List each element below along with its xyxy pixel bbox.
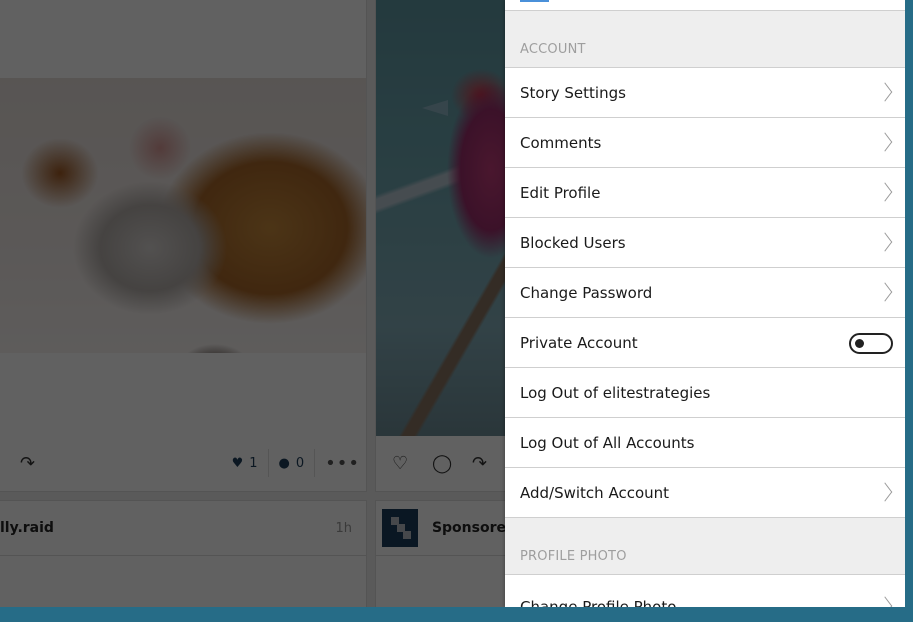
post-actions-pets: ↷ ♥ 1 ● 0 •••	[0, 436, 366, 490]
share-arrow-icon[interactable]: ↷	[472, 453, 487, 474]
settings-item-comments[interactable]: Comments	[505, 118, 905, 168]
settings-panel: ACCOUNT Story Settings Comments Edit Pro…	[505, 0, 905, 607]
share-arrow-icon[interactable]: ↷	[20, 453, 35, 474]
chevron-right-icon	[877, 281, 893, 302]
comment-outline-icon[interactable]: ◯	[432, 453, 452, 474]
settings-item-private-account: Private Account	[505, 318, 905, 368]
settings-item-change-password[interactable]: Change Password	[505, 268, 905, 318]
private-account-toggle[interactable]	[849, 332, 893, 354]
settings-item-logout-all[interactable]: Log Out of All Accounts	[505, 418, 905, 468]
chevron-right-icon	[877, 595, 893, 607]
post-header-4: Sponsored	[376, 501, 516, 556]
comment-filled-icon: ●	[278, 455, 290, 471]
post-photo-bird[interactable]	[376, 0, 516, 436]
settings-item-logout-account[interactable]: Log Out of elitestrategies	[505, 368, 905, 418]
settings-item-edit-profile[interactable]: Edit Profile	[505, 168, 905, 218]
settings-item-change-profile-photo[interactable]: Change Profile Photo	[505, 575, 905, 607]
more-dots-icon[interactable]: •••	[314, 449, 360, 477]
post-stats: ♥ 1 ● 0 •••	[222, 449, 360, 477]
post-username[interactable]: Sponsored	[432, 520, 516, 536]
accent-bar	[520, 0, 549, 2]
panel-top	[505, 0, 905, 11]
likes-count[interactable]: ♥ 1	[222, 449, 268, 477]
post-header-3: lly.raid 1h	[0, 501, 366, 556]
post-photo-pets[interactable]	[0, 78, 366, 353]
sponsor-avatar[interactable]	[382, 509, 418, 547]
chevron-right-icon	[877, 481, 893, 502]
post-time: 1h	[335, 520, 352, 536]
section-header-profile-photo: PROFILE PHOTO	[505, 518, 905, 575]
chevron-right-icon	[877, 81, 893, 102]
chevron-right-icon	[877, 131, 893, 152]
settings-item-blocked-users[interactable]: Blocked Users	[505, 218, 905, 268]
post-username[interactable]: lly.raid	[0, 520, 54, 536]
toggle-knob	[855, 338, 864, 348]
heart-outline-icon[interactable]: ♡	[392, 453, 408, 474]
post-actions-bird: ♡ ◯ ↷	[376, 436, 506, 490]
chevron-right-icon	[877, 231, 893, 252]
bird-beak	[422, 100, 448, 116]
app-window: ↷ ♥ 1 ● 0 ••• ♡ ◯ ↷ lly.raid 1h Sponsore…	[0, 0, 905, 607]
comments-count[interactable]: ● 0	[267, 449, 315, 477]
section-header-account: ACCOUNT	[505, 11, 905, 68]
settings-item-add-switch-account[interactable]: Add/Switch Account	[505, 468, 905, 518]
settings-item-story-settings[interactable]: Story Settings	[505, 68, 905, 118]
heart-filled-icon: ♥	[231, 455, 244, 471]
chevron-right-icon	[877, 181, 893, 202]
